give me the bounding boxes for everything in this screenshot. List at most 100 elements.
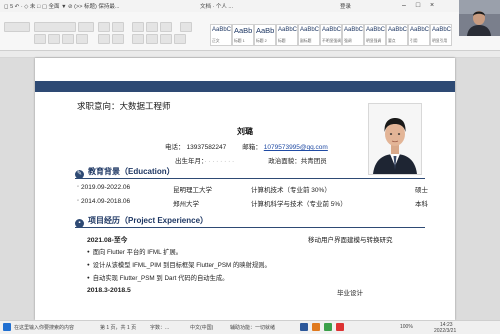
style-preview: AaBbCcD [432,27,452,33]
windows-start-icon[interactable] [3,323,11,331]
style-name: 标题 [278,39,286,43]
word-count[interactable]: 字数：... [150,324,169,331]
paste-button[interactable] [4,22,30,32]
contact-line: 电话： 13937582247 邮箱： 1079573995@qq.com [165,141,328,151]
header-band [35,81,455,92]
font-color-icon[interactable] [98,34,110,44]
quick-access-toolbar[interactable]: ◻ 5 ↶ · ◇ 未 □ ▢ 全面 ▼ ⊘ (>> 标题) 保持最... [4,2,119,10]
zoom-level[interactable]: 100% [400,324,413,330]
project-bullet: 自动实现 Flutter_PSM 到 Dart 代码的自动生成。 [87,273,229,282]
project-title: 毕业设计 [337,290,363,297]
document-title: 文档 · 个人 ... [200,4,234,10]
bold-icon[interactable] [34,34,46,44]
style-preview: AaBbCcD [344,27,364,33]
candidate-name: 刘璐 [237,127,253,136]
style-preview: AaBbCc [388,27,408,33]
birth-label: 出生年月： [175,158,205,165]
education-divider [75,178,425,179]
maximize-icon[interactable]: □ [412,1,424,11]
style-name: 强调 [344,39,352,43]
accessibility-status[interactable]: 辅助功能：一切就绪 [230,324,275,331]
projects-divider [75,227,425,228]
project-period: 2021.08-至今 [87,237,128,244]
italic-icon[interactable] [48,34,60,44]
style-gallery-item[interactable]: AaBbC 标题 [276,24,298,46]
style-gallery-item[interactable]: AaBbCcD 不明显强调 [320,24,342,46]
style-name: 引用 [410,39,418,43]
ribbon: AaBbC 正文 AaBb 标题 1 AaBb 标题 2 AaBbC 标题 AaBbC 副标题 Aa… [0,12,500,51]
style-gallery-item[interactable]: AaBbCcD 强调 [342,24,364,46]
project-bullet: 面向 Flutter 平台的 IFML 扩展。 [87,247,182,256]
font-toolbar [4,22,204,48]
sort-icon[interactable] [180,22,192,32]
style-gallery-item[interactable]: AaBbCc 要点 [386,24,408,46]
style-preview: AaBb [256,26,275,35]
status-bar: 在这里输入你要搜索的内容 第 1 页，共 1 页 字数：... 中文(中国) 辅… [0,320,500,334]
job-objective: 求职意向：大数据工程师 [77,101,171,111]
highlight-icon[interactable] [112,34,124,44]
strikethrough-icon[interactable] [76,34,88,44]
page-count: 第 1 页，共 1 页 [100,325,137,331]
style-gallery-item[interactable]: AaBbCcD 明显强调 [364,24,386,46]
project-period: 2018.3-2018.5 [87,287,131,294]
style-name: 标题 2 [256,39,267,43]
font-name-select[interactable] [34,22,76,32]
shrink-font-icon[interactable] [112,22,124,32]
underline-icon[interactable] [62,34,74,44]
email-link[interactable]: 1079573995@qq.com [264,144,328,151]
politics-label: 政治面貌： [268,158,301,165]
search-box[interactable]: 在这里输入你要搜索的内容 [14,324,74,331]
style-gallery-item[interactable]: AaBbC 正文 [210,24,232,46]
education-row: ◦ 2019.09-2022.06 昆明理工大学 计算机技术（专业前 30%） … [77,184,428,194]
row-marker-icon: ◦ [77,198,80,204]
phone-value: 13937582247 [186,144,227,151]
clock-date: 2022/3/21 [434,328,457,334]
style-preview: AaBbCcD [410,27,430,33]
project-title: 移动用户界面建模与转换研究 [308,237,393,244]
style-name: 要点 [388,39,396,43]
style-preview: AaBbC [300,27,320,33]
document-page[interactable]: 求职意向：大数据工程师 刘璐 电话： 13937582247 邮箱： 10795739… [35,58,455,320]
language[interactable]: 中文(中国) [190,324,213,331]
align-right-icon[interactable] [160,34,172,44]
wechat-icon[interactable] [324,323,332,331]
style-gallery-item[interactable]: AaBbCcD 明显引用 [430,24,452,46]
phone-label: 电话： [165,144,185,151]
multilevel-list-icon[interactable] [160,22,172,32]
style-gallery-item[interactable]: AaBbCcD 引用 [408,24,430,46]
style-preview: AaBbC [212,27,232,33]
personal-info-line: 出生年月：· · · · · · · · 政治面貌：共青团员 [175,155,327,165]
style-name: 不明显强调 [322,39,341,43]
align-left-icon[interactable] [132,34,144,44]
ruler [0,51,500,58]
numbering-icon[interactable] [146,22,158,32]
align-center-icon[interactable] [146,34,158,44]
close-icon[interactable]: × [426,1,438,11]
style-preview: AaBbCcD [366,27,386,33]
style-preview: AaBbC [278,27,298,33]
grow-font-icon[interactable] [98,22,110,32]
style-preview: AaBbCcD [322,27,342,33]
row-marker-icon: ◦ [77,184,80,190]
sign-in-link[interactable]: 登录 [340,2,351,10]
email-label: 邮箱： [242,144,262,151]
justify-icon[interactable] [174,34,186,44]
font-size-select[interactable] [78,22,94,32]
style-name: 正文 [212,39,220,43]
browser-icon[interactable] [336,323,344,331]
folder-icon[interactable] [312,323,320,331]
style-gallery-item[interactable]: AaBb 标题 1 [232,24,254,46]
education-row: ◦ 2014.09-2018.06 郑州大学 计算机科学与技术（专业前 5%） … [77,198,428,208]
styles-gallery: AaBbC 正文 AaBb 标题 1 AaBb 标题 2 AaBbC 标题 AaBbC 副标题 Aa… [210,24,460,48]
word-app-icon[interactable] [300,323,308,331]
project-bullet: 设计从该模型 IFML_PIM 到目标框架 Flutter_PSM 的映射规则。 [87,260,271,269]
style-gallery-item[interactable]: AaBbC 副标题 [298,24,320,46]
profile-photo [368,103,422,175]
style-name: 明显强调 [366,39,382,43]
birth-value: · · · · · · · · [204,158,235,165]
style-name: 副标题 [300,39,312,43]
webcam-overlay [459,0,500,36]
bullets-icon[interactable] [132,22,144,32]
minimize-icon[interactable]: – [398,1,410,11]
style-gallery-item[interactable]: AaBb 标题 2 [254,24,276,46]
